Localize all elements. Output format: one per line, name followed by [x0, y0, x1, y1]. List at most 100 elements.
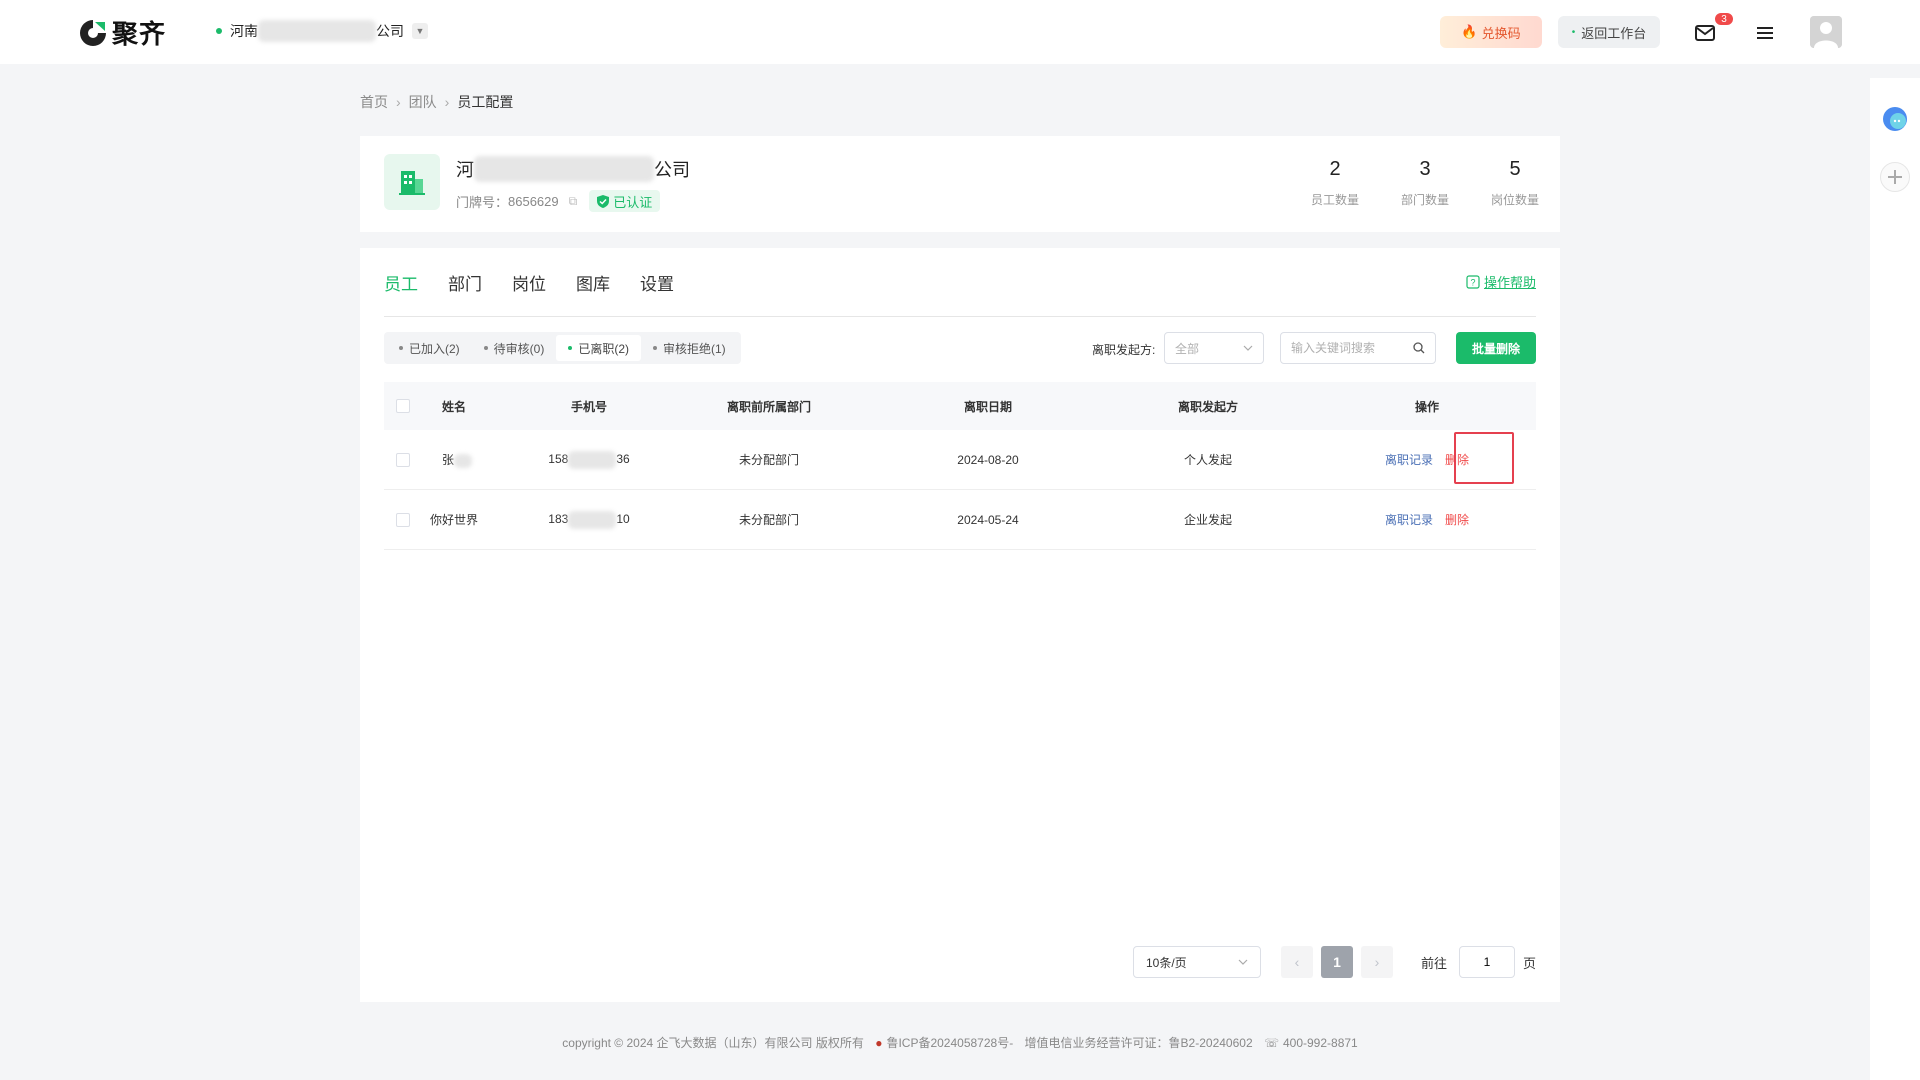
delete-link[interactable]: 删除	[1445, 511, 1469, 528]
police-badge-icon: ●	[875, 1036, 883, 1050]
resign-date: 2024-05-24	[957, 512, 1019, 527]
stat-value: 2	[1329, 158, 1341, 180]
redacted-text	[474, 156, 654, 182]
dot-icon	[399, 346, 403, 350]
chevron-down-icon	[1243, 345, 1253, 351]
exchange-code-label: 兑换码	[1481, 25, 1521, 41]
tabs-divider	[384, 316, 1536, 317]
exchange-code-button[interactable]: 🔥 兑换码	[1440, 16, 1542, 48]
breadcrumb-home[interactable]: 首页	[360, 92, 388, 112]
stat-departments: 3 部门数量	[1380, 158, 1470, 208]
search-input[interactable]	[1291, 341, 1401, 355]
goto-page-input[interactable]	[1458, 946, 1515, 978]
prev-page-button[interactable]: ‹	[1280, 946, 1313, 978]
tab-positions[interactable]: 岗位	[512, 270, 546, 295]
col-header-name: 姓名	[442, 399, 467, 414]
initiator-select[interactable]: 全部	[1164, 332, 1264, 364]
chat-assistant-icon[interactable]	[1880, 104, 1910, 134]
redacted-text	[568, 510, 617, 529]
dot-icon	[483, 346, 488, 350]
row-checkbox[interactable]	[396, 512, 410, 527]
copy-icon[interactable]: ⧉	[569, 194, 578, 209]
mail-icon[interactable]	[1692, 20, 1718, 46]
company-card: 河 公司 门牌号： 8656629 ⧉ 已认证 2 员工数量 3 部门数量 5 …	[360, 136, 1560, 232]
segment-resigned[interactable]: 已离职(2)	[556, 335, 642, 361]
back-to-workbench-button[interactable]: • 返回工作台	[1558, 16, 1660, 48]
segment-label: 审核拒绝(1)	[663, 341, 726, 356]
breadcrumb: 首页 › 团队 › 员工配置	[360, 92, 513, 112]
verified-label: 已认证	[613, 194, 653, 210]
status-dot	[216, 28, 222, 34]
stat-label: 员工数量	[1310, 193, 1359, 207]
phone-prefix: 158	[548, 451, 569, 466]
add-icon[interactable]	[1880, 162, 1910, 192]
tab-departments[interactable]: 部门	[448, 270, 482, 295]
segment-pending[interactable]: 待审核(0)	[472, 335, 557, 361]
main-tabs: 员工 部门 岗位 图库 设置	[384, 270, 704, 295]
svg-text:?: ?	[1470, 277, 1475, 287]
delete-highlight-box	[1454, 432, 1514, 484]
resign-initiator: 个人发起	[1183, 453, 1232, 467]
company-title-suffix: 公司	[654, 160, 690, 180]
batch-delete-button[interactable]: 批量删除	[1456, 332, 1536, 364]
resign-record-link[interactable]: 离职记录	[1385, 511, 1433, 528]
phone-suffix: 10	[616, 511, 630, 526]
stat-label: 岗位数量	[1490, 193, 1539, 207]
company-switcher[interactable]: 河南 公司 ▼	[216, 20, 428, 42]
goto-page: 前往 页	[1421, 946, 1536, 978]
employee-phone: 158 36	[518, 450, 660, 469]
phone-icon: ☏	[1263, 1036, 1279, 1050]
back-to-workbench-label: 返回工作台	[1581, 25, 1647, 41]
shield-check-icon	[597, 194, 610, 208]
row-actions: 离职记录 删除	[1318, 511, 1536, 528]
table-row: 张 158 36 未分配部门 2024-08-20 个人发起 离职记录 删除	[384, 430, 1536, 490]
employee-department: 未分配部门	[738, 513, 799, 527]
tab-settings[interactable]: 设置	[640, 270, 674, 295]
table-row: 你好世界 183 10 未分配部门 2024-05-24 企业发起 离职记录 删除	[384, 490, 1536, 550]
page-number[interactable]: 1	[1320, 946, 1353, 978]
chevron-right-icon: ›	[396, 94, 401, 110]
company-meta: 门牌号： 8656629 ⧉ 已认证	[456, 190, 661, 212]
page-size-value: 10条/页	[1145, 955, 1187, 970]
select-all-checkbox[interactable]	[396, 399, 410, 413]
menu-icon[interactable]	[1752, 20, 1778, 46]
redacted-text	[454, 453, 473, 468]
initiator-select-value: 全部	[1175, 341, 1200, 356]
segment-rejected[interactable]: 审核拒绝(1)	[641, 335, 738, 361]
breadcrumb-current: 员工配置	[457, 94, 514, 110]
employee-department: 未分配部门	[738, 453, 799, 467]
brand-logo[interactable]: 聚齐	[78, 14, 166, 51]
tab-gallery[interactable]: 图库	[576, 270, 610, 295]
tab-employees[interactable]: 员工	[384, 270, 418, 295]
brand-name: 聚齐	[112, 19, 167, 49]
next-page-button[interactable]: ›	[1360, 946, 1393, 978]
footer-icp[interactable]: 鲁ICP备2024058728号-	[886, 1036, 1013, 1050]
company-name-prefix: 河南	[230, 23, 258, 39]
breadcrumb-team[interactable]: 团队	[409, 92, 437, 112]
employee-panel: 员工 部门 岗位 图库 设置 ? 操作帮助 已加入(2) 待审核(0) 已离职(…	[360, 248, 1560, 1002]
row-checkbox[interactable]	[396, 452, 410, 467]
page-size-select[interactable]: 10条/页	[1132, 946, 1261, 978]
building-icon	[384, 154, 440, 210]
verified-badge: 已认证	[589, 190, 661, 212]
help-link[interactable]: ? 操作帮助	[1466, 272, 1536, 291]
phone-prefix: 183	[548, 511, 569, 526]
segment-joined[interactable]: 已加入(2)	[387, 335, 472, 361]
stat-label: 部门数量	[1400, 193, 1449, 207]
resign-record-link[interactable]: 离职记录	[1385, 451, 1433, 468]
table-header: 姓名 手机号 离职前所属部门 离职日期 离职发起方 操作	[384, 382, 1536, 430]
employee-name: 你好世界	[430, 513, 479, 527]
help-icon: ?	[1466, 274, 1480, 289]
company-title-prefix: 河	[456, 160, 474, 180]
fire-icon: 🔥	[1461, 24, 1478, 39]
pagination: 10条/页 ‹ 1 › 前往 页	[1132, 946, 1536, 978]
top-header: 聚齐 河南 公司 ▼ 🔥 兑换码 • 返回工作台 3	[0, 0, 1920, 64]
employee-phone: 183 10	[518, 510, 660, 529]
door-number-label: 门牌号：	[456, 194, 509, 210]
search-field[interactable]	[1280, 332, 1436, 364]
stat-value: 3	[1419, 158, 1431, 180]
search-icon[interactable]	[1413, 342, 1425, 354]
user-avatar[interactable]	[1810, 16, 1842, 48]
caret-down-icon[interactable]: ▼	[412, 23, 428, 39]
floating-sidebar	[1870, 78, 1920, 1080]
